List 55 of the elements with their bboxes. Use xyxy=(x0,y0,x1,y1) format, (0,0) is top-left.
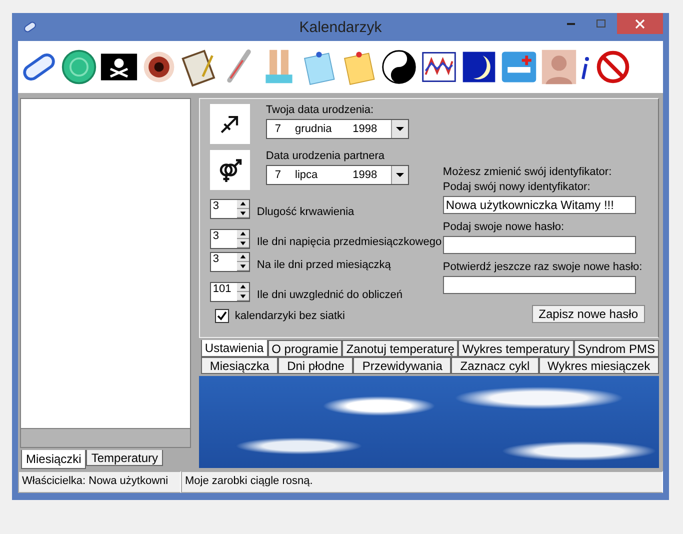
field-label: Podaj swój nowy identyfikator: xyxy=(442,181,592,193)
caret-icon xyxy=(396,127,404,131)
up-arrow-icon[interactable] xyxy=(236,283,249,292)
spin-box[interactable]: 101 xyxy=(210,282,250,302)
tab[interactable]: Miesiączki xyxy=(21,450,86,469)
field-label: Ile dni napięcia przedmiesiączkowego xyxy=(256,236,442,248)
password-field[interactable] xyxy=(442,276,636,294)
sagittarius-icon xyxy=(210,104,250,144)
status-text: Właścicielka: Nowa użytkowni xyxy=(18,471,181,493)
tab[interactable]: Temperatury xyxy=(86,450,164,466)
ball-icon[interactable] xyxy=(60,47,98,87)
down-arrow-icon[interactable] xyxy=(236,209,249,218)
tab[interactable]: Dni płodne xyxy=(278,357,354,374)
caret-icon xyxy=(396,173,404,177)
maximize-icon xyxy=(596,18,606,28)
status-text: Moje zarobki ciągle rosną. xyxy=(181,471,663,493)
date-dropdown[interactable]: 7 grudnia 1998 xyxy=(266,119,409,139)
close-icon xyxy=(635,18,645,28)
tab[interactable]: Wykres temperatury xyxy=(458,340,574,357)
tab[interactable]: Ustawienia xyxy=(200,340,268,357)
up-arrow-icon[interactable] xyxy=(236,253,249,262)
spin-box[interactable]: 3 xyxy=(210,252,250,272)
field-label: Dlugość krwawienia xyxy=(256,206,354,218)
checkbox-label: kalendarzyki bez siatki xyxy=(234,310,345,322)
minimize-icon xyxy=(567,22,575,24)
field-label: Potwierdź jeszcze raz swoje nowe hasło: xyxy=(442,261,644,273)
identifier-field[interactable]: Nowa użytkowniczka Witamy !!! xyxy=(442,196,636,214)
field-label: Podaj swoje nowe hasło: xyxy=(442,221,565,233)
field-label: Twoja data urodzenia: xyxy=(266,104,375,116)
field-label: Ile dni uwzglednić do obliczeń xyxy=(256,289,402,301)
gender-symbols-icon xyxy=(210,150,250,190)
field-label: Data urodzenia partnera xyxy=(266,150,386,162)
close-button[interactable] xyxy=(617,13,663,34)
spin-box[interactable]: 3 xyxy=(210,199,250,219)
tab[interactable]: Syndrom PMS xyxy=(574,340,659,357)
down-arrow-icon[interactable] xyxy=(236,262,249,271)
save-button[interactable]: Zapisz nowe hasło xyxy=(532,305,645,323)
tab[interactable]: Wykres miesiączek xyxy=(538,357,660,374)
checkbox[interactable] xyxy=(214,309,229,323)
tab[interactable]: Miesiączka xyxy=(200,357,278,374)
window-title: Kalendarzyk xyxy=(299,18,382,36)
spin-box[interactable]: 3 xyxy=(210,229,250,249)
yin-yang-icon[interactable] xyxy=(380,47,418,87)
up-arrow-icon[interactable] xyxy=(236,200,249,209)
field-label: Na ile dni przed miesiączką xyxy=(256,259,391,271)
info-text: Możesz zmienić swój identyfikator: xyxy=(442,166,613,178)
date-dropdown[interactable]: 7 lipca 1998 xyxy=(266,165,409,185)
password-field[interactable] xyxy=(442,236,636,254)
tab[interactable]: Zanotuj temperaturę xyxy=(342,340,458,357)
tab[interactable]: Zaznacz cykl xyxy=(451,357,539,374)
up-arrow-icon[interactable] xyxy=(236,230,249,239)
down-arrow-icon[interactable] xyxy=(236,239,249,248)
down-arrow-icon[interactable] xyxy=(236,292,249,301)
tab[interactable]: Przewidywania xyxy=(353,357,452,374)
tab[interactable]: O programie xyxy=(268,340,342,357)
